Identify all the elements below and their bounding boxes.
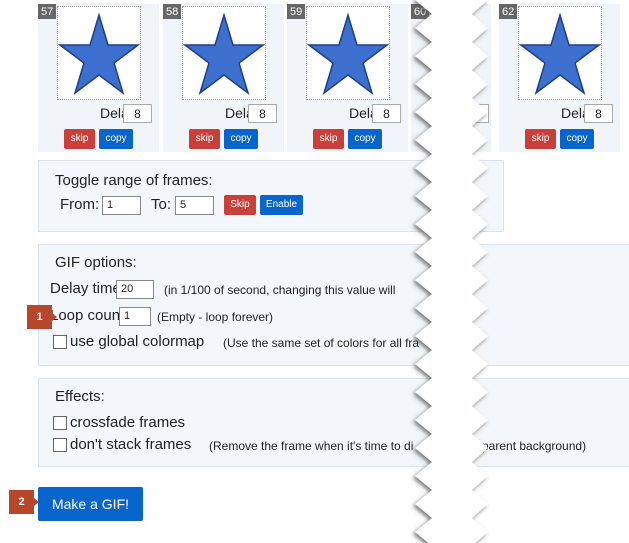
effects-panel: Effects: crossfade frames don't stack fr… [38, 378, 629, 467]
frame-number: 57 [38, 4, 57, 19]
star-icon [518, 12, 602, 95]
star-icon [57, 12, 141, 95]
to-label: To: [151, 196, 172, 213]
step-badge-1: 1 [27, 305, 57, 329]
from-label: From: [60, 196, 100, 213]
torn-edge [415, 0, 488, 543]
frame-58: 58 Delay: 8 skip copy [163, 4, 284, 152]
delay-input[interactable]: 8 [584, 104, 613, 123]
frame-number: 59 [287, 4, 306, 19]
skip-button[interactable]: skip [525, 129, 556, 149]
toggle-title: Toggle range of frames: [55, 172, 213, 189]
step-badge-2: 2 [9, 490, 39, 514]
global-colormap-label: use global colormap [70, 333, 205, 350]
copy-button[interactable]: copy [99, 129, 133, 149]
range-enable-button[interactable]: Enable [260, 195, 303, 215]
to-input[interactable]: 5 [175, 196, 214, 215]
crossfade-checkbox[interactable] [53, 416, 67, 430]
star-icon [306, 12, 390, 95]
delay-time-note: (in 1/100 of second, changing this value… [164, 283, 396, 297]
gif-options-panel: GIF options: Delay time: 20 (in 1/100 of… [38, 244, 629, 366]
dont-stack-note: (Remove the frame when it's time to di [209, 439, 414, 453]
range-skip-button[interactable]: Skip [224, 195, 256, 215]
copy-button[interactable]: copy [560, 129, 594, 149]
frame-57: 57 Delay: 8 skip copy [38, 4, 159, 152]
loop-count-note: (Empty - loop forever) [157, 310, 274, 324]
loop-count-input[interactable]: 1 [119, 307, 151, 326]
frame-59: 59 Delay: 8 skip copy [287, 4, 408, 152]
frame-image [182, 6, 266, 100]
frame-image [306, 6, 390, 100]
skip-button[interactable]: skip [313, 129, 344, 149]
frame-image [518, 6, 602, 100]
skip-button[interactable]: skip [64, 129, 95, 149]
gif-options-title: GIF options: [55, 254, 137, 271]
delay-time-input[interactable]: 20 [116, 280, 154, 299]
star-icon [182, 12, 266, 95]
skip-button[interactable]: skip [189, 129, 220, 149]
global-colormap-checkbox[interactable] [53, 335, 67, 349]
delay-input[interactable]: 8 [248, 104, 277, 123]
make-gif-button[interactable]: Make a GIF! [38, 487, 143, 521]
copy-button[interactable]: copy [224, 129, 258, 149]
delay-time-label: Delay time: [50, 280, 126, 297]
frame-image [57, 6, 141, 100]
from-input[interactable]: 1 [102, 196, 141, 215]
frame-62: 62 Delay: 8 skip copy [499, 4, 620, 152]
loop-count-label: Loop count: [50, 307, 129, 324]
delay-input[interactable]: 8 [372, 104, 401, 123]
crossfade-label: crossfade frames [70, 414, 186, 431]
copy-button[interactable]: copy [348, 129, 382, 149]
effects-title: Effects: [55, 388, 105, 405]
frame-number: 62 [499, 4, 518, 19]
global-colormap-note: (Use the same set of colors for all fra [223, 336, 420, 350]
dont-stack-checkbox[interactable] [53, 438, 67, 452]
frame-number: 58 [163, 4, 182, 19]
dont-stack-label: don't stack frames [70, 436, 192, 453]
delay-input[interactable]: 8 [123, 104, 152, 123]
